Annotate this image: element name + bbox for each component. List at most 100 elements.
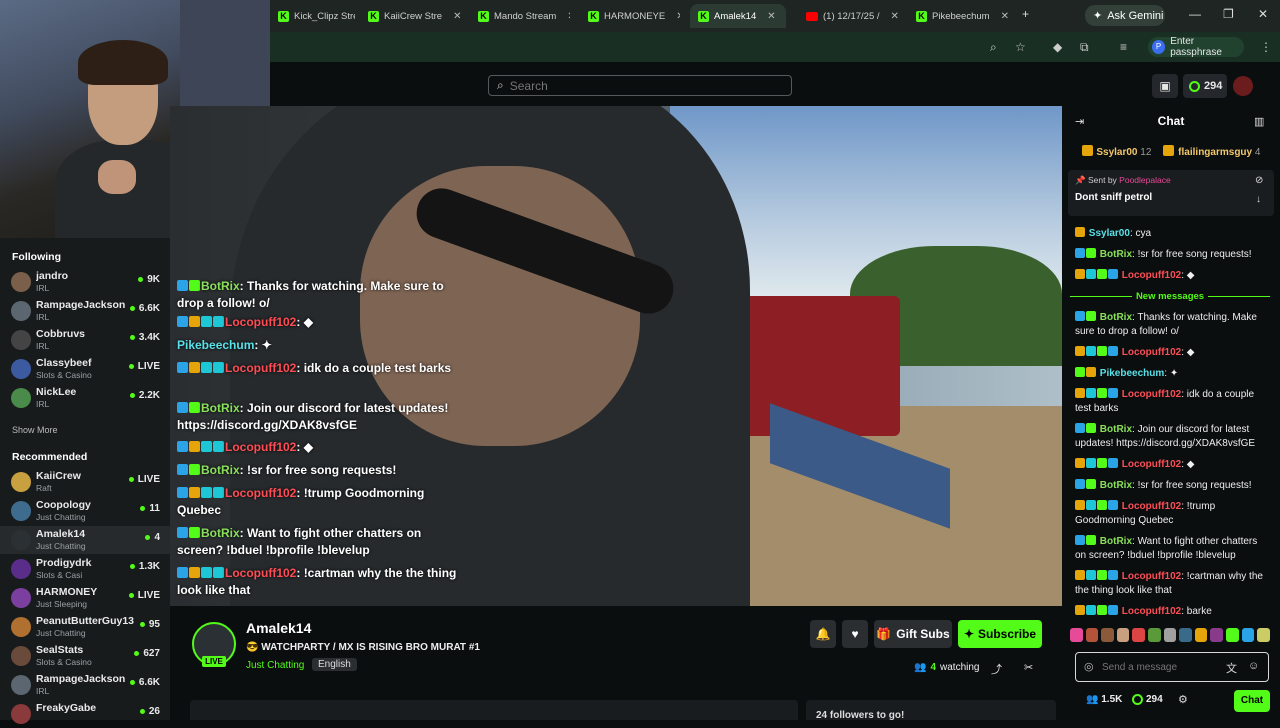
chat-footer-points[interactable]: 294 bbox=[1132, 694, 1163, 705]
top-gifter[interactable]: flailingarmsguy 4 bbox=[1163, 144, 1260, 158]
chat-username[interactable]: Locopuff102 bbox=[1119, 389, 1181, 400]
tab-close-icon[interactable]: ✕ bbox=[891, 11, 898, 22]
chat-username[interactable]: Locopuff102 bbox=[225, 566, 296, 580]
sidebar-channel[interactable]: Cobbruvs IRL 3.4K bbox=[0, 326, 170, 354]
extension-diamond-icon[interactable]: ◆ bbox=[1053, 40, 1062, 54]
extensions-puzzle-icon[interactable]: ⧉ bbox=[1080, 40, 1089, 55]
subscribe-button[interactable]: ✦ Subscribe bbox=[958, 620, 1042, 648]
chat-username[interactable]: BotRix bbox=[1097, 480, 1132, 491]
chat-username[interactable]: Locopuff102 bbox=[225, 315, 296, 329]
sidebar-channel[interactable]: Classybeef Slots & Casino LIVE bbox=[0, 355, 170, 383]
chat-username[interactable]: Pikebeechum bbox=[1097, 368, 1165, 379]
minimize-icon[interactable]: — bbox=[1189, 7, 1201, 21]
sidebar-channel[interactable]: RampageJackson IRL 6.6K bbox=[0, 671, 170, 699]
chat-input-box[interactable]: ◎ 文 ☺ bbox=[1075, 652, 1269, 682]
chat-username[interactable]: BotRix bbox=[201, 526, 240, 540]
streamer-name[interactable]: Amalek14 bbox=[246, 620, 311, 636]
show-more-link[interactable]: Show More bbox=[12, 425, 58, 435]
close-window-icon[interactable]: ✕ bbox=[1258, 7, 1268, 21]
user-avatar[interactable] bbox=[1233, 76, 1253, 96]
chat-username[interactable]: Locopuff102 bbox=[1119, 606, 1181, 617]
tab-close-icon[interactable]: ✕ bbox=[453, 11, 460, 22]
chat-username[interactable]: Locopuff102 bbox=[1119, 571, 1181, 582]
browser-tab[interactable]: K KaiiCrew Stre ✕ bbox=[360, 4, 460, 28]
emote-icon[interactable] bbox=[1085, 628, 1099, 642]
emote-icon[interactable] bbox=[1070, 628, 1083, 642]
share-icon[interactable]: ⤴ bbox=[991, 661, 1002, 677]
chat-username[interactable]: Ssylar00 bbox=[1086, 228, 1130, 239]
stream-language-tag[interactable]: English bbox=[312, 658, 357, 671]
sidebar-channel[interactable]: NickLee IRL 2.2K bbox=[0, 384, 170, 412]
sidebar-channel[interactable]: FreakyGabe 26 bbox=[0, 700, 170, 728]
chat-username[interactable]: Locopuff102 bbox=[1119, 459, 1181, 470]
chat-username[interactable]: Locopuff102 bbox=[225, 361, 296, 375]
emote-icon[interactable] bbox=[1163, 628, 1177, 642]
emote-icon[interactable] bbox=[1241, 628, 1255, 642]
chat-username[interactable]: Locopuff102 bbox=[1119, 501, 1181, 512]
browser-tab[interactable]: K Pikebeechum ✕ bbox=[908, 4, 1008, 28]
sidebar-channel[interactable]: KaiiCrew Raft LIVE bbox=[0, 468, 170, 496]
tab-close-icon[interactable]: ✕ bbox=[767, 11, 775, 22]
notification-bell-button[interactable]: 🔔 bbox=[810, 620, 836, 648]
sidebar-channel[interactable]: PeanutButterGuy13 Just Chatting 95 bbox=[0, 613, 170, 641]
emote-bar[interactable] bbox=[1070, 628, 1270, 648]
browser-tab[interactable]: K Amalek14 ✕ bbox=[690, 4, 786, 28]
sidebar-channel[interactable]: Amalek14 Just Chatting 4 bbox=[0, 526, 170, 554]
tab-close-icon[interactable]: ✕ bbox=[567, 11, 570, 22]
browser-menu-icon[interactable]: ⋮ bbox=[1260, 40, 1272, 54]
sidebar-channel[interactable]: HARMONEY Just Sleeping LIVE bbox=[0, 584, 170, 612]
chat-username[interactable]: BotRix bbox=[201, 463, 240, 477]
chat-username[interactable]: BotRix bbox=[1097, 312, 1132, 323]
chat-settings-icon[interactable]: ⚙ bbox=[1178, 693, 1188, 706]
translate-icon[interactable]: 文 bbox=[1226, 660, 1237, 676]
follow-heart-button[interactable]: ♥ bbox=[842, 620, 868, 648]
expand-pin-icon[interactable]: ↓ bbox=[1256, 194, 1261, 205]
chat-username[interactable]: Locopuff102 bbox=[1119, 347, 1181, 358]
emote-icon[interactable] bbox=[1101, 628, 1114, 642]
bookmark-star-icon[interactable]: ☆ bbox=[1015, 40, 1026, 54]
sidebar-channel[interactable]: Prodigydrk Slots & Casi 1.3K bbox=[0, 555, 170, 583]
search-input[interactable] bbox=[509, 78, 770, 93]
media-queue-icon[interactable]: ≡ bbox=[1120, 40, 1127, 54]
chat-username[interactable]: BotRix bbox=[1097, 536, 1132, 547]
sidebar-channel[interactable]: RampageJackson IRL 6.6K bbox=[0, 297, 170, 325]
sidebar-channel[interactable]: SealStats Slots & Casino 627 bbox=[0, 642, 170, 670]
gift-subs-button[interactable]: 🎁 Gift Subs bbox=[874, 620, 952, 648]
maximize-icon[interactable]: ❐ bbox=[1223, 7, 1234, 21]
tab-close-icon[interactable]: ✕ bbox=[676, 11, 680, 22]
chat-username[interactable]: BotRix bbox=[201, 279, 240, 293]
sidebar-channel[interactable]: jandro IRL 9K bbox=[0, 268, 170, 296]
dashboard-icon[interactable]: ▣ bbox=[1152, 74, 1178, 98]
channel-points-button[interactable]: 294 bbox=[1183, 74, 1227, 98]
browser-tab[interactable]: KKick_Clipz Stre✕ bbox=[270, 4, 355, 28]
sidebar-channel[interactable]: Coopology Just Chatting 11 bbox=[0, 497, 170, 525]
browser-tab[interactable]: K Mando Stream ✕ bbox=[470, 4, 570, 28]
chat-username[interactable]: Locopuff102 bbox=[225, 486, 296, 500]
chat-username[interactable]: BotRix bbox=[1097, 424, 1132, 435]
chat-username[interactable]: Locopuff102 bbox=[1119, 270, 1181, 281]
search-bar[interactable]: ⌕ bbox=[488, 75, 792, 96]
clip-icon[interactable]: ✂ bbox=[1024, 661, 1033, 674]
chat-send-button[interactable]: Chat bbox=[1234, 690, 1270, 712]
hide-pin-icon[interactable]: ⊘ bbox=[1255, 175, 1263, 186]
zoom-icon[interactable]: ⌕ bbox=[990, 40, 997, 55]
pinned-sender[interactable]: Poodlepalace bbox=[1119, 175, 1171, 185]
top-gifter[interactable]: Ssylar00 12 bbox=[1081, 144, 1151, 158]
chat-username[interactable]: BotRix bbox=[201, 401, 240, 415]
emote-icon[interactable] bbox=[1210, 628, 1224, 642]
ask-gemini-button[interactable]: ✦ Ask Gemini bbox=[1085, 5, 1165, 26]
emote-icon[interactable] bbox=[1226, 628, 1239, 642]
chat-input[interactable] bbox=[1102, 661, 1222, 673]
emote-icon[interactable] bbox=[1132, 628, 1146, 642]
emote-icon[interactable] bbox=[1179, 628, 1192, 642]
emote-icon[interactable] bbox=[1116, 628, 1130, 642]
emote-icon[interactable] bbox=[1257, 628, 1270, 642]
emote-icon[interactable] bbox=[1148, 628, 1161, 642]
passphrase-button[interactable]: P Enter passphrase bbox=[1148, 36, 1244, 58]
new-tab-icon[interactable]: + bbox=[1022, 7, 1029, 21]
browser-tab[interactable]: (1) 12/17/25 / ✕ bbox=[798, 4, 898, 28]
chat-username[interactable]: Locopuff102 bbox=[225, 440, 296, 454]
emote-icon[interactable] bbox=[1194, 628, 1208, 642]
emoji-icon[interactable]: ☺ bbox=[1248, 660, 1259, 672]
tab-close-icon[interactable]: ✕ bbox=[1001, 11, 1008, 22]
